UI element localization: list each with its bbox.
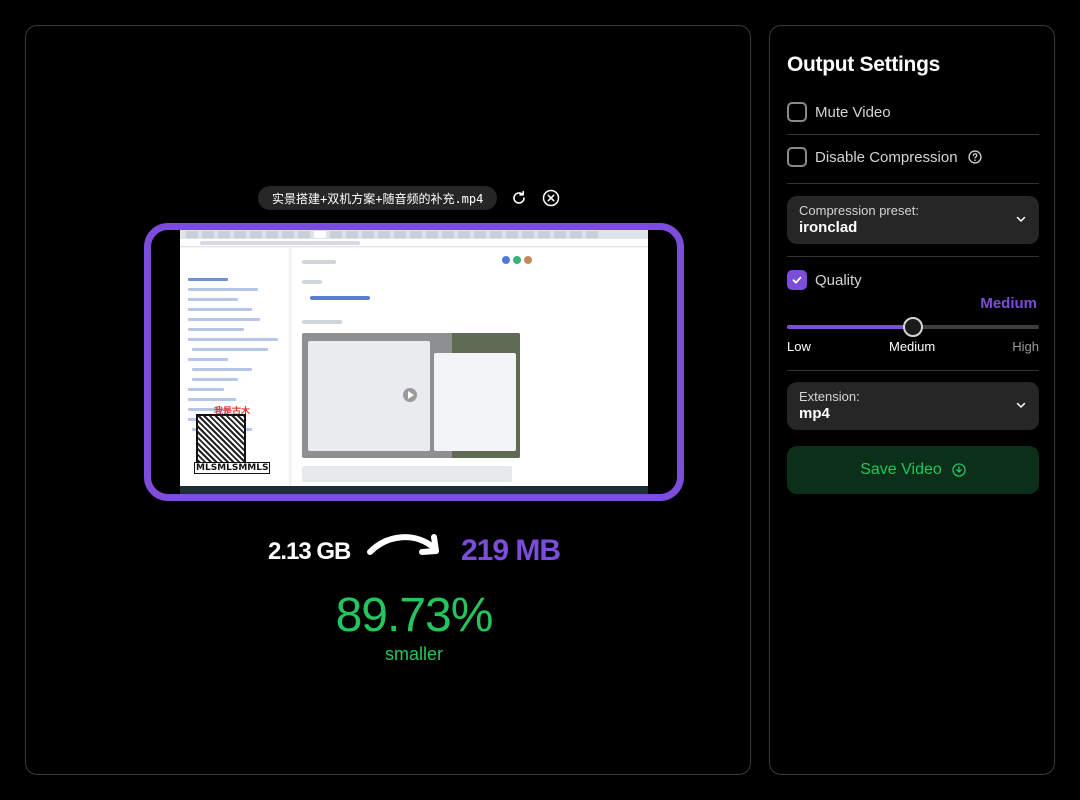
divider [787,370,1039,371]
reduction-label: smaller [384,644,443,664]
quality-slider-thumb[interactable] [903,317,923,337]
extension-label: Extension: [799,389,860,404]
compression-preset-value: ironclad [799,219,858,236]
save-video-button[interactable]: Save Video [787,446,1039,494]
extension-select[interactable]: Extension: mp4 [787,382,1039,430]
mute-video-toggle[interactable]: Mute Video [787,97,1039,127]
quality-level-low: Low [787,339,811,354]
file-header: 实景搭建+双机方案+随音频的补充.mp4 [258,186,561,210]
chevron-down-icon [1016,402,1026,408]
check-icon [792,276,802,284]
refresh-icon[interactable] [509,188,529,208]
mute-video-checkbox[interactable] [787,102,807,122]
quality-checkbox[interactable] [787,270,807,290]
divider [787,256,1039,257]
quality-slider-fill [787,325,913,329]
quality-label: Quality [815,271,862,289]
preview-panel: 实景搭建+双机方案+随音频的补充.mp4 我是古木 MLSMLSMMLS 2.1… [25,25,751,775]
quality-slider[interactable] [787,317,1039,337]
extension-value: mp4 [799,405,830,422]
size-comparison: 2.13 GB 219 MB [268,526,568,576]
quality-current-level: Medium [980,295,1037,312]
reduction-percent: 89.73% [335,589,494,642]
embedded-qr-label: MLSMLSMMLS [194,462,271,474]
disable-compression-toggle[interactable]: Disable Compression [787,142,1039,172]
settings-title: Output Settings [787,53,940,76]
quality-slider-labels: Low Medium High [787,339,1039,357]
video-preview[interactable]: 我是古木 MLSMLSMMLS [144,223,684,501]
save-video-label: Save Video [860,461,942,478]
quality-level-high: High [1012,339,1039,354]
compression-preset-label: Compression preset: [799,203,919,218]
disable-compression-checkbox[interactable] [787,147,807,167]
quality-toggle[interactable]: Quality [787,265,1039,295]
close-circle-icon[interactable] [541,188,561,208]
mute-video-label: Mute Video [815,103,891,121]
download-icon [952,463,966,477]
video-thumbnail: 我是古木 MLSMLSMMLS [180,230,648,494]
quality-level-medium: Medium [889,339,936,354]
original-size: 2.13 GB [268,538,351,565]
compressed-size: 219 MB [461,534,561,567]
arrow-right-icon [367,534,439,555]
help-circle-icon[interactable] [967,150,982,164]
qr-code-image [196,414,246,464]
divider [787,134,1039,135]
divider [787,183,1039,184]
disable-compression-label: Disable Compression [815,148,958,166]
chevron-down-icon [1016,216,1026,222]
file-name-chip: 实景搭建+双机方案+随音频的补充.mp4 [258,186,498,210]
compression-preset-select[interactable]: Compression preset: ironclad [787,196,1039,244]
output-settings-panel: Output Settings Mute Video Disable Compr… [769,25,1055,775]
